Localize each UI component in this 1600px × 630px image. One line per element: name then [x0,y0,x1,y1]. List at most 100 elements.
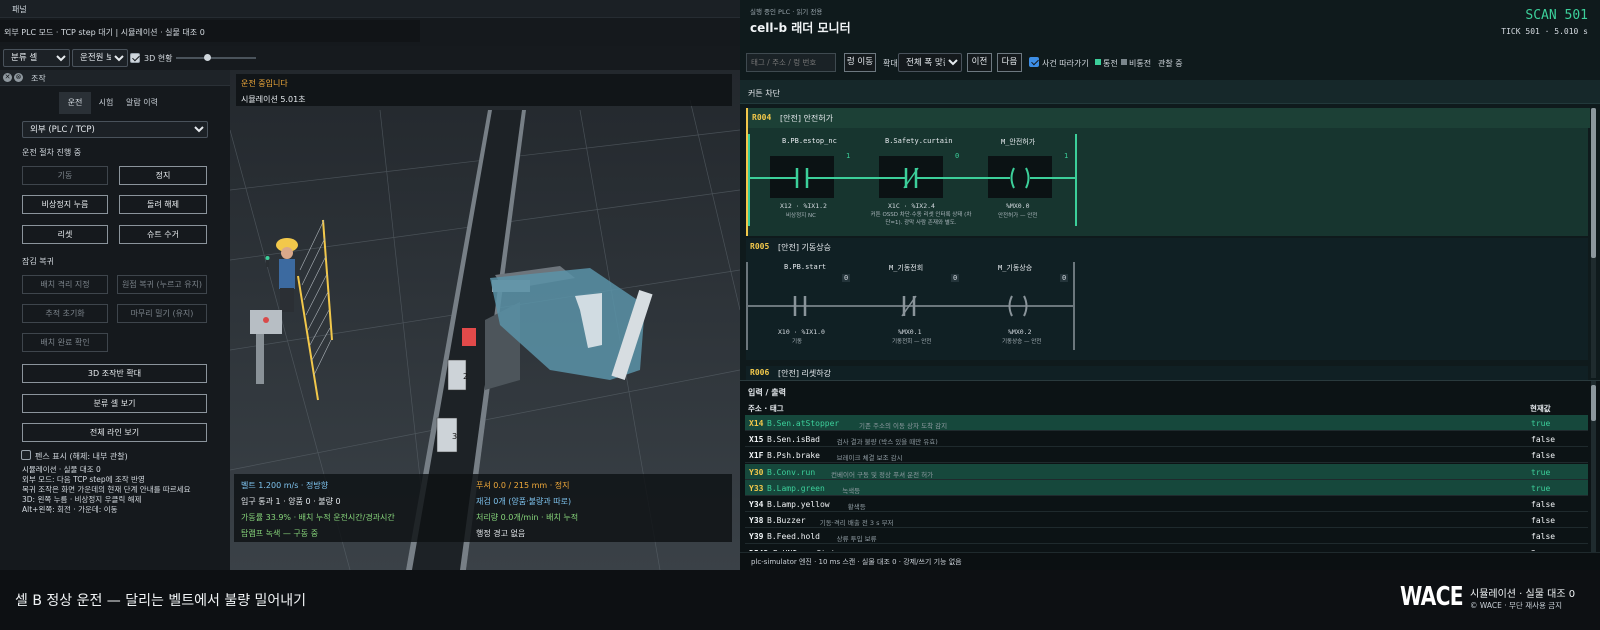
tab-test[interactable]: 시험 [91,92,121,114]
follow-event-label: 사건 따라가기 [1042,59,1089,68]
follow-event-checkbox[interactable] [1029,57,1039,67]
element-desc: 기동상승 — 안전 [1002,339,1042,345]
element-address: X10 · %IX1.0 [778,328,825,336]
finish-push-button[interactable]: 마무리 밀기 (유지) [117,304,207,323]
io-row[interactable]: X1F B.Psh.brake 브레이크 체결 보조 감시 false [745,447,1588,464]
io-row[interactable]: X14 B.Sen.atStopper 기존 주소의 이동 상자 도착 감지 true [745,415,1588,431]
ladder-scrollbar[interactable] [1591,108,1596,378]
view3d-slider[interactable] [176,54,256,61]
io-row[interactable]: Y33 B.Lamp.green 녹색등 true [745,479,1588,496]
tab-alarm-history[interactable]: 알람 이력 [121,92,163,114]
brand-line1: 시뮬레이션 · 실물 대조 0 [1470,589,1576,600]
warning-stat: 행정 경고 없음 [476,529,526,538]
panel-notes: 시뮬레이션 · 실물 대조 0 외부 모드: 다음 TCP step에 조작 반… [22,465,191,515]
count-stat: 입구 통과 1 · 양품 0 · 불량 0 [241,497,341,506]
io-address: X1F [749,451,764,461]
element-value-badge: 0 [1060,274,1069,282]
slider-thumb[interactable] [204,54,211,61]
section-header: 커튼 차단 [740,80,1600,104]
legend-off-swatch [1121,59,1127,65]
element-address: X1C · %IX2.4 [888,202,935,210]
start-button[interactable]: 기동 [22,166,108,185]
cell-view-button[interactable]: 분류 셀 보기 [22,394,207,413]
element-tag: B.Safety.curtain [885,137,953,145]
control-panel: ✕ ⊗ 조작 운전 시험 알람 이력 외부 (PLC / TCP) 운전 절차 … [0,70,230,570]
estop-button[interactable]: 비상정지 누름 [22,195,108,214]
rung-id: R006 [750,368,770,377]
io-row[interactable]: X15 B.Sen.isBad 검사 결과 불량 (박스 있을 때만 유효) fals… [745,431,1588,448]
element-desc: 기동전회 — 안전 [892,339,932,345]
io-address: Y38 [749,516,764,526]
io-value: 2 [1531,549,1536,551]
next-button[interactable]: 다음 [997,53,1022,72]
io-description: 기존 주소의 이동 상자 도착 감지 [859,422,948,430]
contact-start[interactable] [768,284,832,326]
engine-footer-text: plc-simulator 엔진 · 10 ms 스캔 · 실물 대조 0 · … [751,558,962,566]
line-view-button[interactable]: 전체 라인 보기 [22,423,207,442]
pusher-stat: 푸셔 0.0 / 215 mm · 정지 [476,481,570,490]
panel-header: ✕ ⊗ 조작 [0,70,230,86]
stop-button[interactable]: 정지 [119,166,207,185]
goto-rung-button[interactable]: 렁 이동 [844,53,876,72]
chute-collect-button[interactable]: 슈트 수거 [119,225,207,244]
io-tag: B.UNI.runState [773,549,840,551]
fit-select[interactable]: 전체 폭 맞춤 [898,53,962,72]
fence-label: 펜스 표시 (해제: 내부 관찰) [35,452,128,461]
tab-operate[interactable]: 운전 [59,92,91,114]
trace-init-button[interactable]: 추적 초기화 [22,304,108,323]
io-description: 컨베이어 구동 및 정상 푸셔 운전 허가 [831,470,934,479]
ladder-monitor: 실행 중인 PLC · 읽기 전용 cell-b 래더 모니터 SCAN 501… [740,0,1600,570]
io-col-value: 현재값 [1530,404,1551,413]
contact-estop-nc[interactable] [770,156,834,198]
coil-start-rise[interactable] [986,284,1050,326]
io-row[interactable]: D542 B.UNI.runState 운전 상태 2 [745,545,1588,551]
io-row[interactable]: Y30 B.Conv.run 컨베이어 구동 및 정상 푸셔 운전 허가 true [745,463,1588,480]
mode-status-line: 외부 PLC 모드 · TCP step 대기 | 시뮬레이션 · 실물 대조 … [0,20,420,42]
io-description: 녹색등 [842,486,861,495]
float-icon[interactable]: ⊗ [14,73,23,82]
rung-r004[interactable]: R004 [안전] 안전허가 B.PB.estop_nc B.Safety.cu… [746,108,1590,236]
rung-title: [안전] 리셋하강 [778,369,831,378]
io-row[interactable]: Y34 B.Lamp.yellow 황색등 false [745,496,1588,512]
io-description: 황색등 [847,503,866,511]
view3d-checkbox[interactable] [130,53,140,63]
source-select[interactable]: 외부 (PLC / TCP) [22,121,208,138]
scrollbar-thumb[interactable] [1591,385,1596,421]
view-mode-select[interactable]: 운전원 보기 [72,49,128,67]
fence-checkbox[interactable] [21,450,31,460]
io-tag: B.Lamp.green [767,483,825,493]
plc-readonly-label: 실행 중인 PLC · 읽기 전용 [750,8,823,16]
coil-safety-permit[interactable] [988,156,1052,198]
brand-logo: WACE [1400,582,1464,612]
isolate-batch-button[interactable]: 배치 격리 지정 [22,275,108,294]
note-line: Alt+왼쪽: 회전 · 가운데: 이동 [22,505,118,514]
batch-confirm-button[interactable]: 배치 완료 확인 [22,333,108,352]
home-return-button[interactable]: 원점 복귀 (누르고 유지) [117,275,207,294]
io-row[interactable]: Y39 B.Feed.hold 상류 투입 보류 false [745,528,1588,545]
cell-select[interactable]: 분류 셀 [3,49,70,67]
io-scrollbar[interactable] [1591,381,1596,553]
scrollbar-thumb[interactable] [1591,108,1596,258]
zoom-panel-button[interactable]: 3D 조작반 확대 [22,364,207,383]
reset-button[interactable]: 리셋 [22,225,108,244]
io-row[interactable]: Y38 B.Buzzer 기동·격리 배출 전 3 s 부저 false [745,512,1588,529]
estop-release-button[interactable]: 돌려 해제 [119,195,207,214]
running-status: 운전 중입니다 [241,79,288,88]
status-overlay: 운전 중입니다 시뮬레이션 5.01초 [236,74,732,106]
uptime-stat: 가동률 33.9% · 배치 누적 운전시간/경과시간 [241,513,395,522]
menu-panel[interactable]: 패널 [12,4,27,15]
3d-viewport[interactable]: 운전 중입니다 시뮬레이션 5.01초 2 3 벨트 1.200 m/s · 정… [230,70,740,570]
rung-r005[interactable]: R005 [안전] 기동상승 B.PB.start M_기동전회 M_기동상승 … [746,238,1588,360]
prev-button[interactable]: 이전 [967,53,992,72]
rung-r006[interactable]: R006 [안전] 리셋하강 [746,366,1588,380]
io-tag: B.Psh.brake [767,451,820,461]
search-input[interactable] [746,53,836,72]
contact-start-latch-nc[interactable] [877,284,941,326]
io-tag: B.Lamp.yellow [767,500,830,509]
rung-id: R005 [750,242,770,251]
contact-safety-curtain-nc[interactable] [879,156,943,198]
rung-title: [안전] 안전허가 [780,114,833,123]
element-desc: 커튼 OSSD 차단·수동 리셋 인터록 상태 (차단=1). 광막 사람 존재… [870,212,972,226]
io-value: false [1531,532,1556,542]
close-icon[interactable]: ✕ [3,73,12,82]
